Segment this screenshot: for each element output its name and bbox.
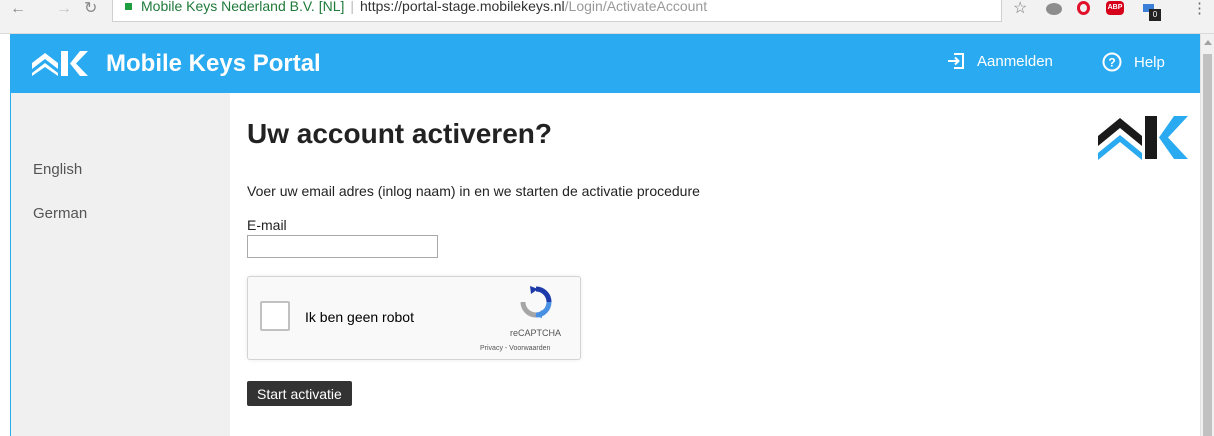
address-bar[interactable]: Mobile Keys Nederland B.V. [NL] | https://…	[112, 0, 1002, 22]
help-circle-icon: ?	[1102, 52, 1122, 72]
browser-toolbar: ← → ↻ Mobile Keys Nederland B.V. [NL] | ht…	[0, 0, 1214, 34]
forward-arrow-icon[interactable]: →	[56, 1, 72, 17]
recaptcha-checkbox[interactable]	[260, 301, 290, 331]
opera-icon[interactable]	[1077, 1, 1090, 15]
email-label: E-mail	[247, 217, 287, 233]
email-input[interactable]	[247, 235, 438, 258]
reload-icon[interactable]: ↻	[84, 1, 97, 17]
url-host: https://portal-stage.mobilekeys.nl	[360, 0, 565, 14]
language-sidebar: English German	[10, 93, 230, 436]
extension-tool-icon[interactable]: 0	[1143, 4, 1165, 21]
language-german-link[interactable]: German	[33, 205, 87, 222]
recaptcha-brand: reCAPTCHA	[510, 328, 562, 338]
recaptcha-privacy-terms-links[interactable]: Privacy - Voorwaarden	[480, 345, 550, 352]
signin-label: Aanmelden	[977, 52, 1053, 70]
start-activation-button[interactable]: Start activatie	[247, 381, 352, 406]
back-arrow-icon[interactable]: ←	[10, 1, 26, 17]
bookmark-star-icon[interactable]: ☆	[1013, 1, 1027, 17]
extension-badge: 0	[1149, 9, 1161, 21]
scroll-up-icon[interactable]	[1204, 40, 1212, 45]
page-title: Uw account activeren?	[247, 118, 552, 149]
page-scrollbar[interactable]	[1200, 34, 1214, 436]
intro-text: Voer uw email adres (inlog naam) in en w…	[247, 183, 700, 199]
signin-link[interactable]: Aanmelden	[947, 52, 1053, 70]
scroll-thumb[interactable]	[1203, 54, 1212, 436]
app-header: Mobile Keys Portal Aanmelden ? Help	[10, 34, 1200, 93]
recaptcha-logo-icon	[520, 286, 552, 318]
main-content: Uw account activeren? Voer uw email adre…	[230, 93, 1200, 436]
recaptcha-widget: Ik ben geen robot reCAPTCHA Privacy - Vo…	[247, 276, 581, 360]
url-path: /Login/ActivateAccount	[564, 0, 708, 14]
help-label: Help	[1134, 53, 1165, 71]
mobile-keys-logo-icon	[1098, 116, 1188, 160]
site-identity: Mobile Keys Nederland B.V. [NL]	[141, 0, 345, 14]
recaptcha-label: Ik ben geen robot	[305, 309, 414, 325]
help-link[interactable]: ? Help	[1102, 52, 1165, 72]
portal-title[interactable]: Mobile Keys Portal	[106, 50, 321, 78]
adblock-icon[interactable]: ABP	[1106, 1, 1124, 15]
extension-owl-icon[interactable]	[1046, 3, 1062, 15]
language-english-link[interactable]: English	[33, 161, 82, 178]
svg-text:?: ?	[1108, 56, 1115, 70]
address-bar-text: Mobile Keys Nederland B.V. [NL] | https://…	[141, 0, 707, 14]
sign-in-icon	[948, 53, 964, 69]
lock-icon	[125, 3, 132, 10]
mobile-keys-logo-icon[interactable]	[32, 50, 90, 76]
browser-menu-icon[interactable]: ⋮	[1192, 1, 1207, 16]
address-separator: |	[350, 0, 355, 14]
